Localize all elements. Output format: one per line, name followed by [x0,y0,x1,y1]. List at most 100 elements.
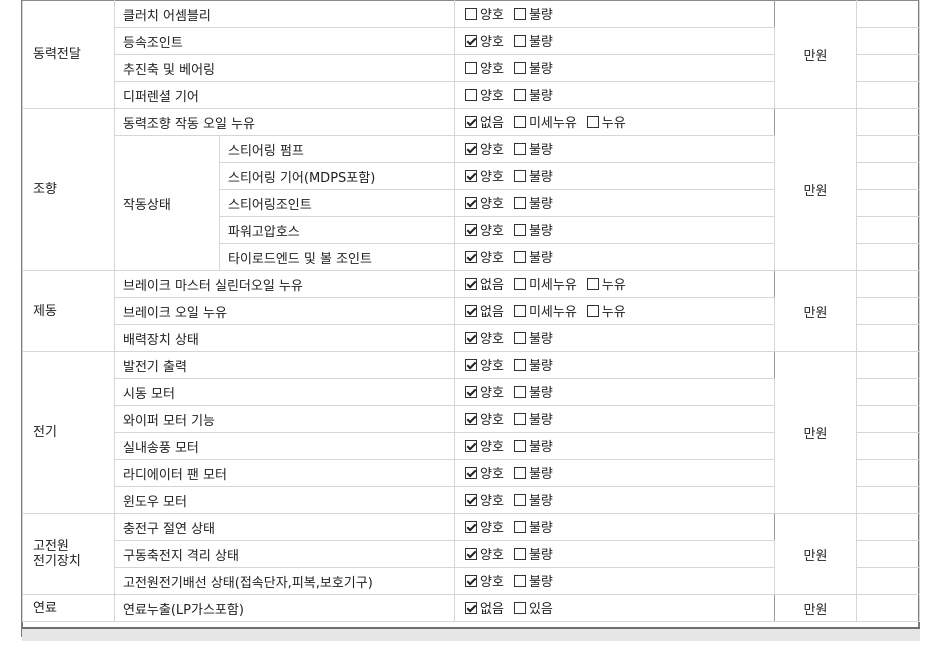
option-0[interactable]: 양호 [465,328,504,347]
unchecked-checkbox[interactable] [513,466,526,479]
option-label: 양호 [480,359,504,375]
option-1[interactable]: 불량 [513,220,553,239]
unchecked-checkbox[interactable] [586,115,599,128]
unchecked-checkbox[interactable] [513,115,526,128]
option-0[interactable]: 양호 [465,409,504,428]
unchecked-checkbox[interactable] [586,277,599,290]
unchecked-checkbox[interactable] [586,304,599,317]
option-1[interactable]: 있음 [513,598,553,617]
option-0[interactable]: 양호 [465,355,504,374]
checked-checkbox[interactable] [465,115,478,128]
option-2[interactable]: 누유 [586,112,626,131]
option-1[interactable]: 미세누유 [513,274,577,293]
checked-checkbox[interactable] [465,34,478,47]
option-1[interactable]: 불량 [513,166,553,185]
unchecked-checkbox[interactable] [513,574,526,587]
checked-checkbox[interactable] [465,412,478,425]
option-0[interactable]: 양호 [465,166,504,185]
option-1[interactable]: 불량 [513,58,553,77]
option-1[interactable]: 불량 [513,139,553,158]
unchecked-checkbox[interactable] [513,61,526,74]
option-1[interactable]: 불량 [513,4,553,23]
option-1[interactable]: 불량 [513,409,553,428]
option-1[interactable]: 불량 [513,463,553,482]
option-1[interactable]: 미세누유 [513,301,577,320]
checked-checkbox[interactable] [465,547,478,560]
option-0[interactable]: 양호 [465,4,504,23]
option-1[interactable]: 미세누유 [513,112,577,131]
unchecked-checkbox[interactable] [513,493,526,506]
checked-checkbox[interactable] [465,331,478,344]
option-0[interactable]: 없음 [465,301,504,320]
unchecked-checkbox[interactable] [465,61,478,74]
option-0[interactable]: 양호 [465,382,504,401]
option-0[interactable]: 양호 [465,247,504,266]
unchecked-checkbox[interactable] [513,601,526,614]
unchecked-checkbox[interactable] [513,520,526,533]
option-0[interactable]: 양호 [465,139,504,158]
unchecked-checkbox[interactable] [513,7,526,20]
option-1[interactable]: 불량 [513,544,553,563]
option-0[interactable]: 없음 [465,274,504,293]
checked-checkbox[interactable] [465,250,478,263]
option-1[interactable]: 불량 [513,571,553,590]
checked-checkbox[interactable] [465,520,478,533]
option-1[interactable]: 불량 [513,31,553,50]
checked-checkbox[interactable] [465,196,478,209]
option-0[interactable]: 양호 [465,31,504,50]
checked-checkbox[interactable] [465,493,478,506]
option-0[interactable]: 없음 [465,112,504,131]
option-0[interactable]: 양호 [465,571,504,590]
option-1[interactable]: 불량 [513,355,553,374]
checked-checkbox[interactable] [465,277,478,290]
unchecked-checkbox[interactable] [513,439,526,452]
category-label: 동력전달 [22,0,115,109]
unchecked-checkbox[interactable] [513,358,526,371]
unchecked-checkbox[interactable] [465,7,478,20]
option-0[interactable]: 양호 [465,517,504,536]
option-1[interactable]: 불량 [513,85,553,104]
unchecked-checkbox[interactable] [513,88,526,101]
option-1[interactable]: 불량 [513,517,553,536]
option-1[interactable]: 불량 [513,328,553,347]
option-0[interactable]: 양호 [465,544,504,563]
unchecked-checkbox[interactable] [513,385,526,398]
checked-checkbox[interactable] [465,601,478,614]
option-1[interactable]: 불량 [513,490,553,509]
option-0[interactable]: 양호 [465,436,504,455]
unchecked-checkbox[interactable] [513,331,526,344]
checked-checkbox[interactable] [465,304,478,317]
checked-checkbox[interactable] [465,385,478,398]
unchecked-checkbox[interactable] [513,547,526,560]
unchecked-checkbox[interactable] [513,223,526,236]
option-0[interactable]: 없음 [465,598,504,617]
unchecked-checkbox[interactable] [513,277,526,290]
option-0[interactable]: 양호 [465,463,504,482]
option-0[interactable]: 양호 [465,220,504,239]
option-2[interactable]: 누유 [586,274,626,293]
option-1[interactable]: 불량 [513,382,553,401]
unchecked-checkbox[interactable] [513,250,526,263]
option-1[interactable]: 불량 [513,193,553,212]
option-1[interactable]: 불량 [513,247,553,266]
unchecked-checkbox[interactable] [513,142,526,155]
unchecked-checkbox[interactable] [513,34,526,47]
unchecked-checkbox[interactable] [513,304,526,317]
option-0[interactable]: 양호 [465,58,504,77]
unchecked-checkbox[interactable] [513,196,526,209]
unchecked-checkbox[interactable] [513,169,526,182]
checked-checkbox[interactable] [465,439,478,452]
option-0[interactable]: 양호 [465,193,504,212]
checked-checkbox[interactable] [465,358,478,371]
option-2[interactable]: 누유 [586,301,626,320]
checked-checkbox[interactable] [465,142,478,155]
checked-checkbox[interactable] [465,223,478,236]
option-1[interactable]: 불량 [513,436,553,455]
checked-checkbox[interactable] [465,169,478,182]
checked-checkbox[interactable] [465,574,478,587]
unchecked-checkbox[interactable] [513,412,526,425]
unchecked-checkbox[interactable] [465,88,478,101]
option-0[interactable]: 양호 [465,490,504,509]
checked-checkbox[interactable] [465,466,478,479]
option-0[interactable]: 양호 [465,85,504,104]
